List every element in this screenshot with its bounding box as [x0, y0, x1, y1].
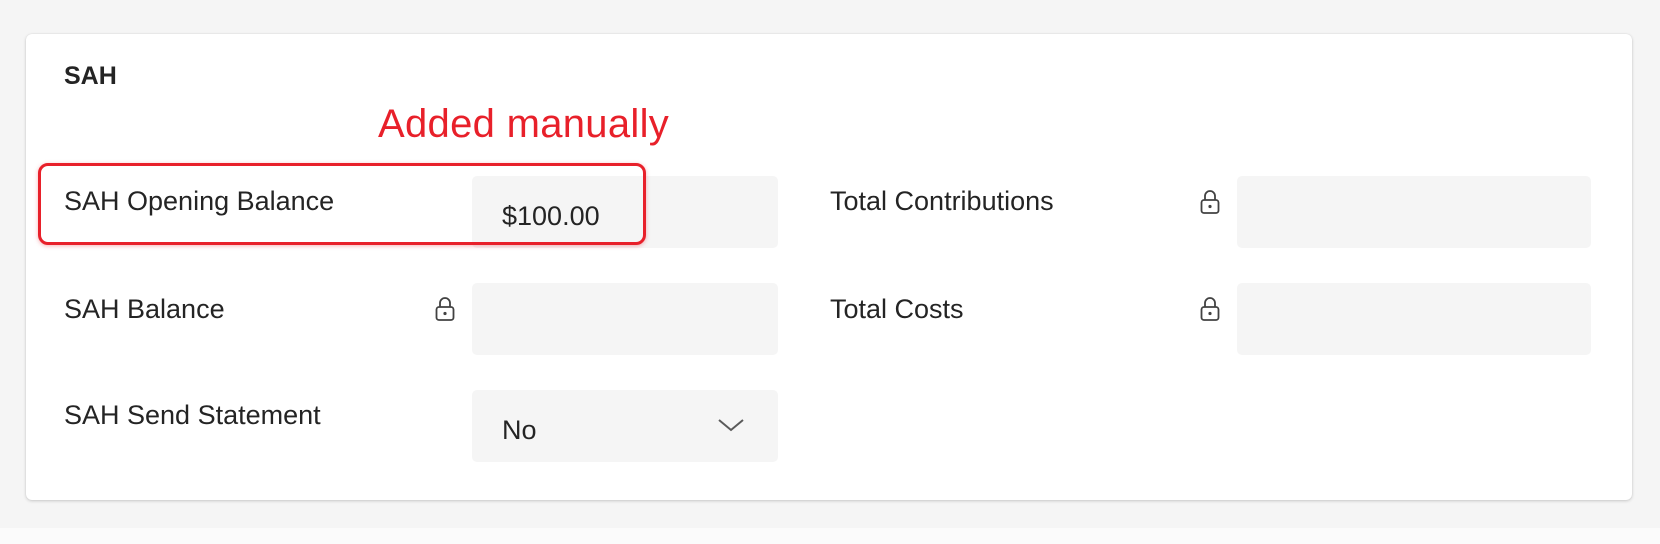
chevron-down-icon[interactable] [717, 417, 745, 433]
sah-balance-input [472, 283, 778, 355]
lock-icon [1200, 297, 1220, 321]
lock-icon [435, 297, 455, 321]
annotation-label: Added manually [378, 102, 670, 146]
sah-send-statement-value: No [502, 415, 537, 445]
page-bottom-strip [0, 528, 1660, 544]
total-contributions-input [1237, 176, 1591, 248]
sah-balance-label: SAH Balance [64, 294, 225, 324]
annotation-highlight-box [38, 163, 646, 245]
total-costs-input [1237, 283, 1591, 355]
section-title: SAH [64, 62, 117, 90]
sah-send-statement-label: SAH Send Statement [64, 400, 321, 430]
total-contributions-label: Total Contributions [830, 186, 1054, 216]
total-costs-label: Total Costs [830, 294, 964, 324]
lock-icon [1200, 190, 1220, 214]
